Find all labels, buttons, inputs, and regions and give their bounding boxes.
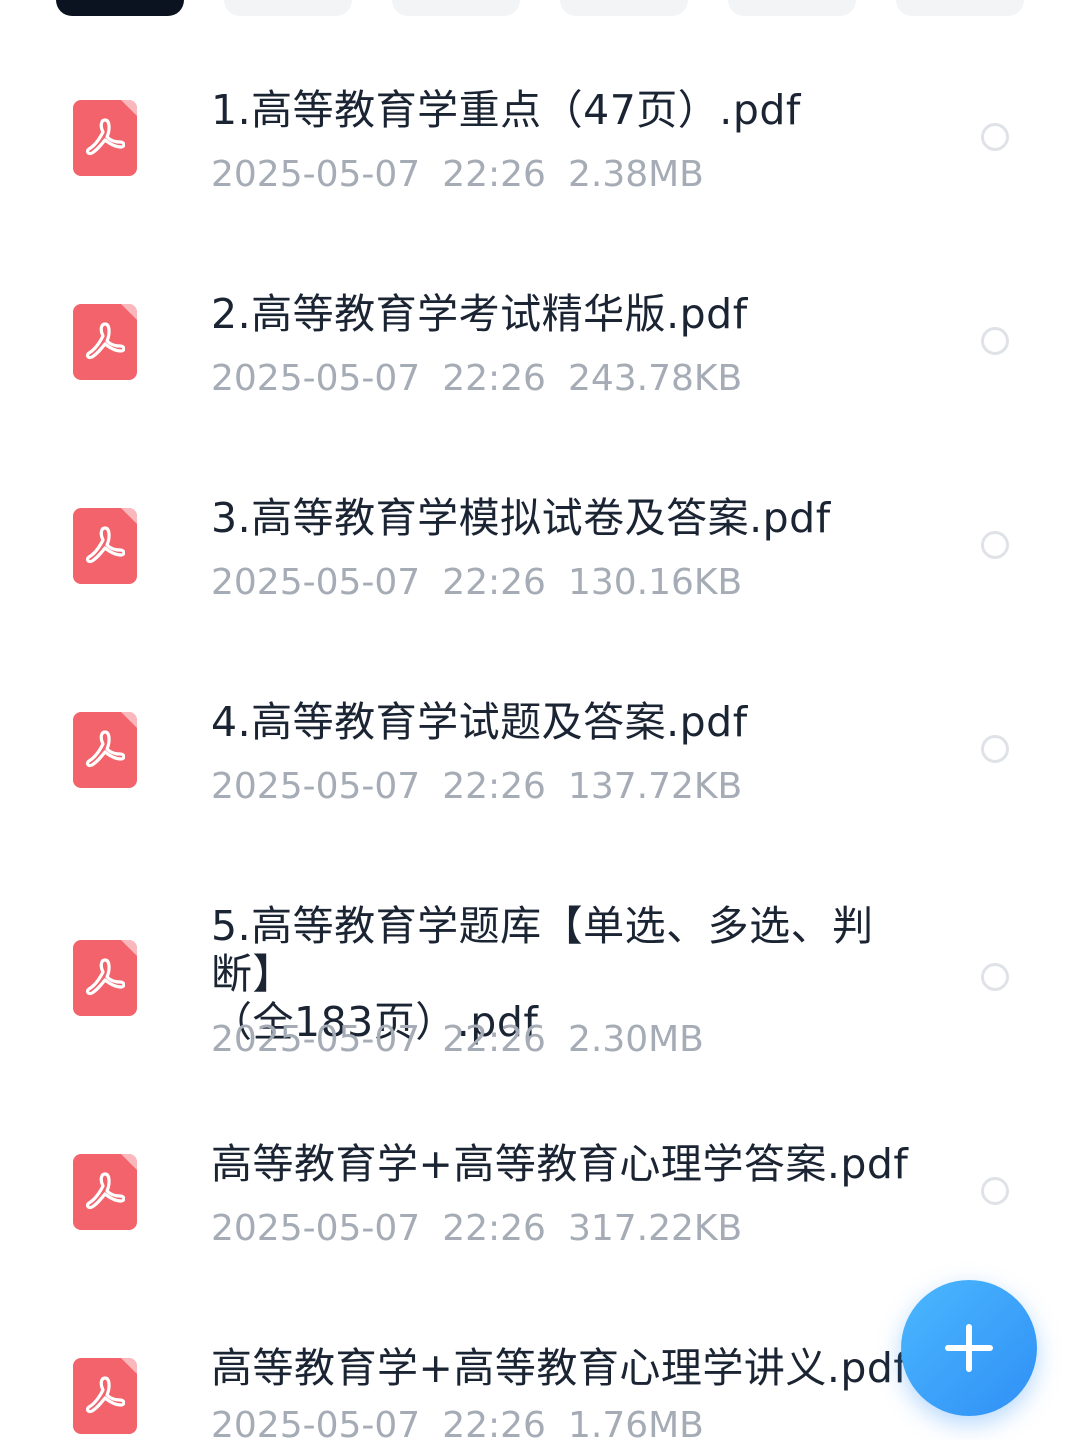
file-meta: 2025-05-07 22:26 2.38MB (211, 153, 726, 197)
file-date: 2025-05-07 (211, 1019, 421, 1060)
add-file-button[interactable] (901, 1280, 1037, 1416)
file-name: 高等教育学+高等教育心理学讲义.pdf (211, 1344, 909, 1392)
radio-unchecked-icon[interactable] (981, 735, 1009, 763)
file-time: 22:26 (442, 1208, 546, 1249)
file-meta: 2025-05-07 22:26 243.78KB (211, 357, 764, 401)
radio-unchecked-icon[interactable] (981, 963, 1009, 991)
file-time: 22:26 (442, 562, 546, 603)
file-time: 22:26 (442, 1405, 546, 1440)
pdf-file-icon (73, 508, 137, 584)
file-time: 22:26 (442, 766, 546, 807)
file-meta: 2025-05-07 22:26 2.30MB (211, 1018, 726, 1062)
file-name: 2.高等教育学考试精华版.pdf (211, 290, 748, 338)
file-date: 2025-05-07 (211, 1405, 421, 1440)
radio-unchecked-icon[interactable] (981, 123, 1009, 151)
pdf-file-icon (73, 712, 137, 788)
file-size: 2.38MB (567, 154, 704, 195)
file-size: 137.72KB (567, 766, 743, 807)
pdf-file-icon (73, 940, 137, 1016)
radio-unchecked-icon[interactable] (981, 1177, 1009, 1205)
file-size: 243.78KB (567, 358, 743, 399)
file-meta: 2025-05-07 22:26 317.22KB (211, 1207, 764, 1251)
file-name: 4.高等教育学试题及答案.pdf (211, 698, 748, 746)
file-name: 3.高等教育学模拟试卷及答案.pdf (211, 494, 831, 542)
plus-icon (945, 1324, 993, 1372)
radio-unchecked-icon[interactable] (981, 327, 1009, 355)
pdf-file-icon (73, 1358, 137, 1434)
file-size: 130.16KB (567, 562, 743, 603)
pdf-file-icon (73, 304, 137, 380)
file-list-screen: 1.高等教育学重点（47页）.pdf 2025-05-07 22:26 2.38MB… (0, 0, 1080, 1440)
file-time: 22:26 (442, 1019, 546, 1060)
file-size: 1.76MB (567, 1405, 704, 1440)
file-meta: 2025-05-07 22:26 130.16KB (211, 561, 764, 605)
radio-unchecked-icon[interactable] (981, 531, 1009, 559)
file-date: 2025-05-07 (211, 562, 421, 603)
file-size: 317.22KB (567, 1208, 743, 1249)
file-name: 高等教育学+高等教育心理学答案.pdf (211, 1140, 909, 1188)
file-size: 2.30MB (567, 1019, 704, 1060)
file-time: 22:26 (442, 154, 546, 195)
file-time: 22:26 (442, 358, 546, 399)
file-meta: 2025-05-07 22:26 137.72KB (211, 765, 764, 809)
file-meta: 2025-05-07 22:26 1.76MB (211, 1404, 726, 1440)
file-date: 2025-05-07 (211, 358, 421, 399)
file-date: 2025-05-07 (211, 766, 421, 807)
pdf-file-icon (73, 1154, 137, 1230)
file-date: 2025-05-07 (211, 154, 421, 195)
file-date: 2025-05-07 (211, 1208, 421, 1249)
file-name: 1.高等教育学重点（47页）.pdf (211, 86, 801, 134)
file-list: 1.高等教育学重点（47页）.pdf 2025-05-07 22:26 2.38MB… (0, 0, 1080, 1440)
pdf-file-icon (73, 100, 137, 176)
